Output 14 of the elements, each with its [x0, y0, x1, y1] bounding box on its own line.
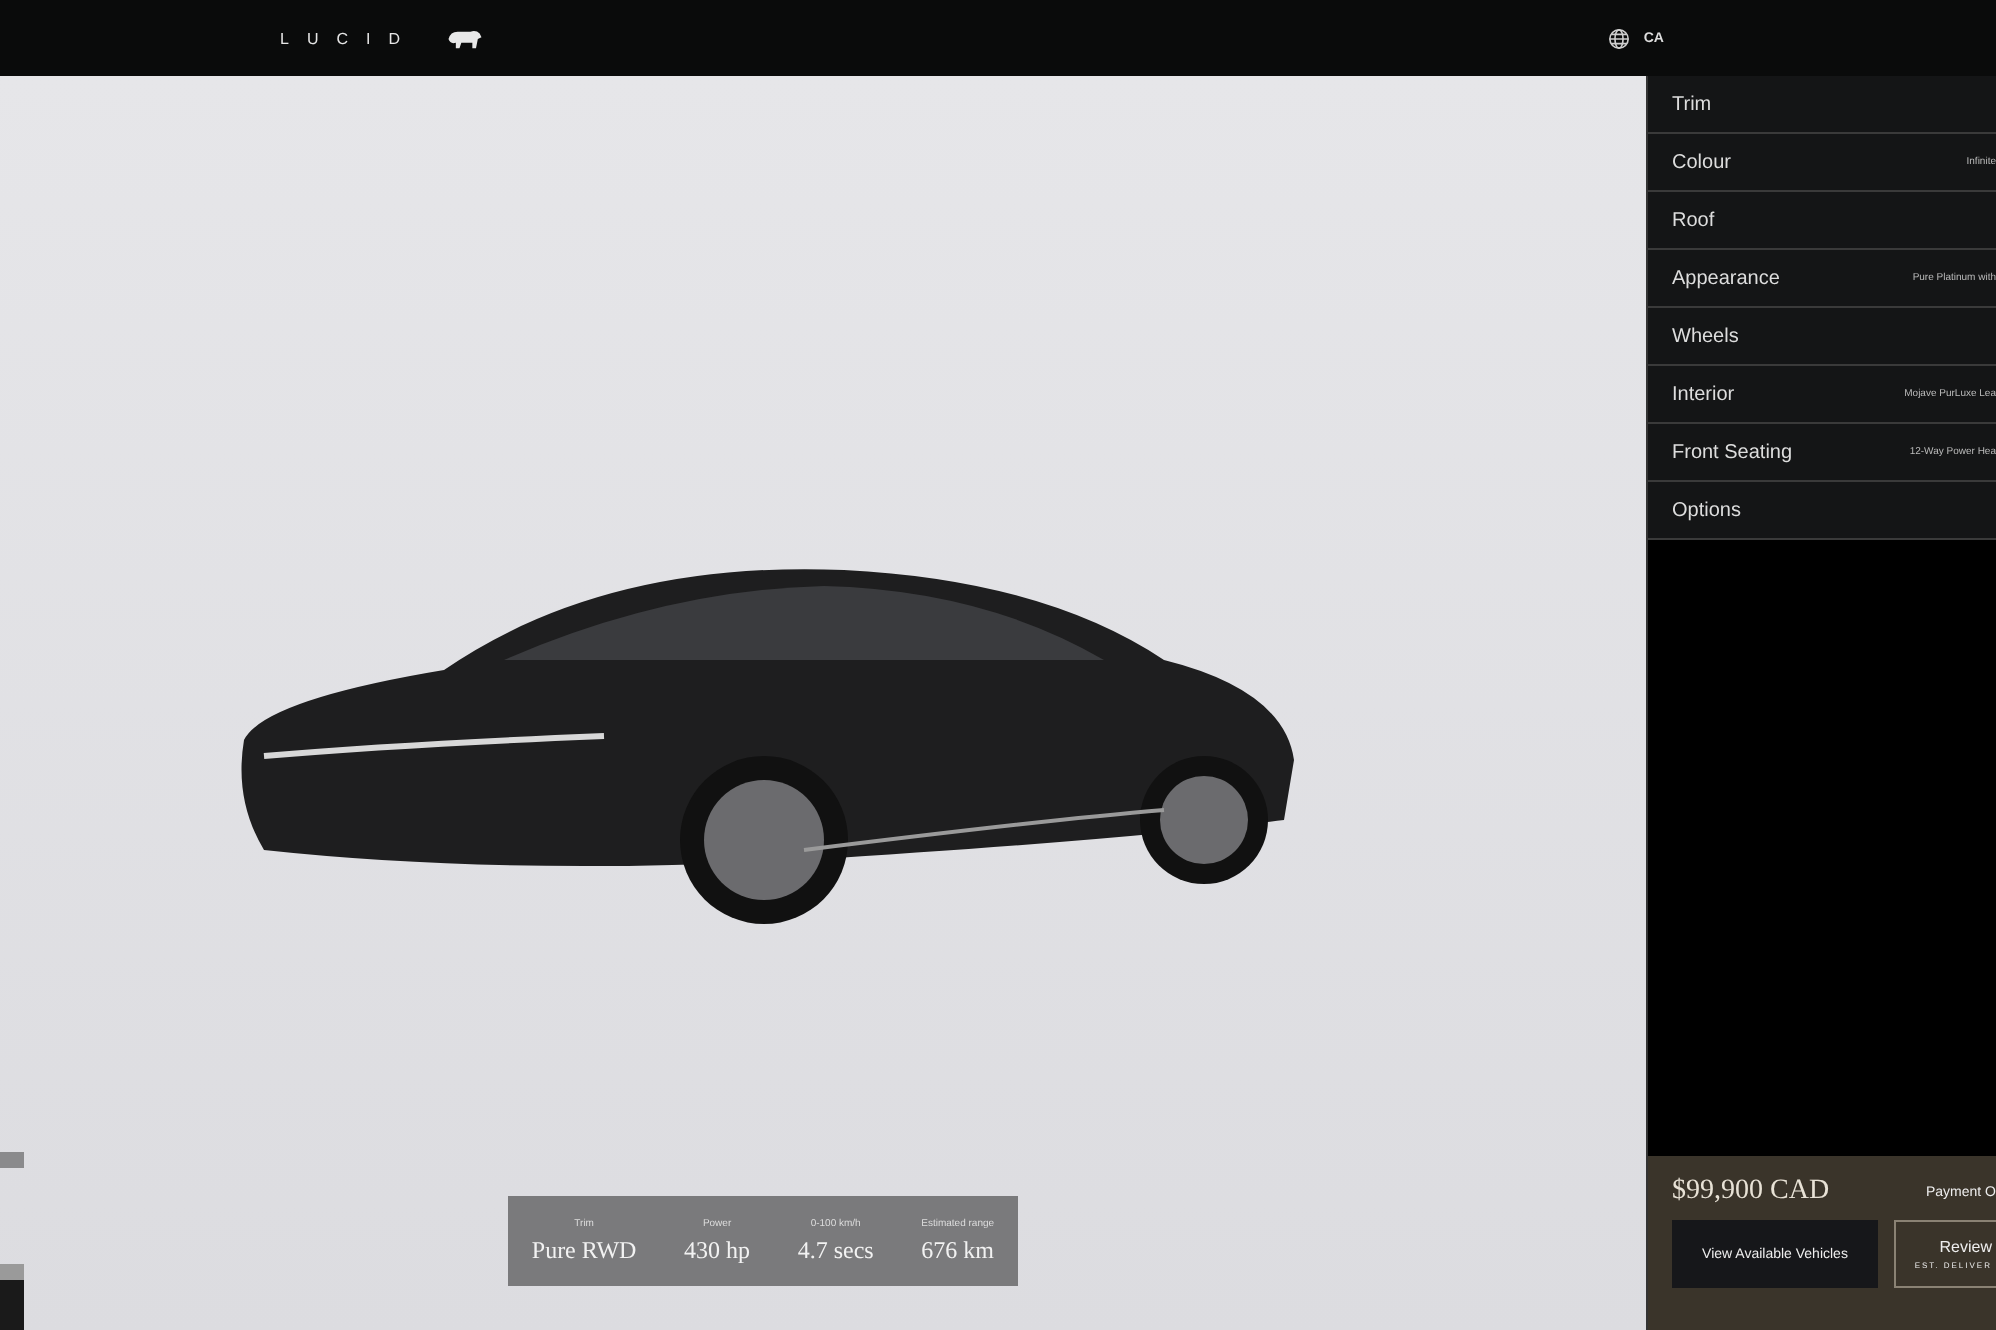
brand-logo[interactable]: LUCID	[280, 29, 419, 47]
globe-icon[interactable]	[1607, 27, 1630, 49]
spec-value: 4.7 secs	[797, 1235, 874, 1265]
spec-value: Pure RWD	[531, 1235, 637, 1265]
spec-value: 676 km	[921, 1235, 994, 1265]
config-section[interactable]: Wheels	[1648, 308, 1996, 366]
price: $99,900 CAD	[1672, 1176, 1830, 1208]
thumbnail[interactable]	[0, 1152, 24, 1168]
thumbnail[interactable]	[0, 1264, 24, 1330]
bear-icon	[446, 27, 485, 49]
config-section[interactable]: Options	[1648, 482, 1996, 540]
config-section[interactable]: Trim	[1648, 76, 1996, 134]
config-section[interactable]: Roof	[1648, 192, 1996, 250]
spec-value: 430 hp	[684, 1235, 751, 1265]
